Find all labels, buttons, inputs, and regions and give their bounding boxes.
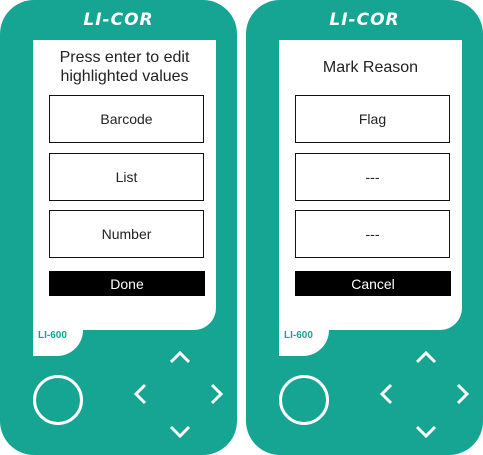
option-empty[interactable]: --- xyxy=(295,153,450,201)
chevron-down-icon[interactable] xyxy=(165,417,195,447)
screen-title: Press enter to edit highlighted values xyxy=(33,48,216,86)
screen-title-line: Press enter to edit xyxy=(59,49,190,66)
model-label: LI-600 xyxy=(38,330,67,341)
chevron-up-icon[interactable] xyxy=(411,342,441,372)
chevron-right-icon[interactable] xyxy=(448,379,478,409)
chevron-left-icon[interactable] xyxy=(371,379,401,409)
chevron-right-icon[interactable] xyxy=(202,379,232,409)
chevron-up-icon[interactable] xyxy=(165,342,195,372)
option-empty[interactable]: --- xyxy=(295,210,450,258)
option-barcode[interactable]: Barcode xyxy=(49,95,204,143)
done-button[interactable]: Done xyxy=(49,271,205,296)
option-list[interactable]: List xyxy=(49,153,204,201)
brand-logo: LI-COR xyxy=(329,10,400,30)
chevron-left-icon[interactable] xyxy=(125,379,155,409)
device-right: LI-COR Mark Reason Flag --- --- Cancel L… xyxy=(246,0,483,455)
option-flag[interactable]: Flag xyxy=(295,95,450,143)
device-screen: Mark Reason Flag --- --- Cancel xyxy=(279,40,462,330)
screen-title: Mark Reason xyxy=(279,58,462,77)
screen-title-line: Mark Reason xyxy=(322,59,419,76)
brand-logo: LI-COR xyxy=(83,10,154,30)
cancel-button[interactable]: Cancel xyxy=(295,271,451,296)
power-button-icon[interactable] xyxy=(33,375,83,425)
chevron-down-icon[interactable] xyxy=(411,417,441,447)
model-tab: LI-600 xyxy=(33,321,83,356)
model-label: LI-600 xyxy=(284,330,313,341)
screen-title-line: highlighted values xyxy=(60,68,189,85)
device-left: LI-COR Press enter to edit highlighted v… xyxy=(0,0,237,455)
power-button-icon[interactable] xyxy=(279,375,329,425)
model-tab: LI-600 xyxy=(279,321,329,356)
option-number[interactable]: Number xyxy=(49,210,204,258)
device-screen: Press enter to edit highlighted values B… xyxy=(33,40,216,330)
